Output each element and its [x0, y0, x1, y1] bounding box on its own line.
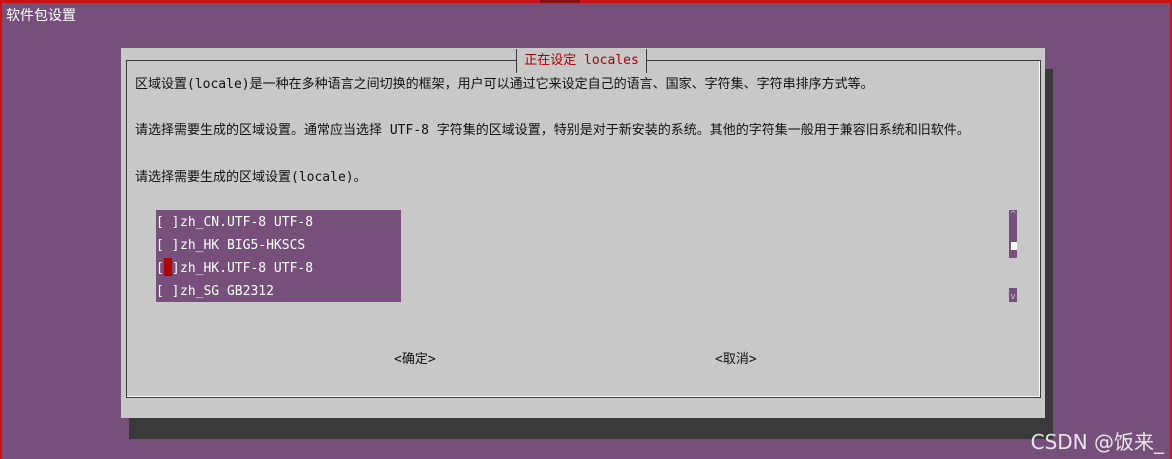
window-title: 软件包设置 [6, 8, 76, 24]
scroll-down-icon[interactable]: v [1009, 292, 1017, 302]
watermark: CSDN @饭来_ [1030, 430, 1164, 454]
checkbox[interactable]: [ ] [156, 280, 180, 303]
list-item-label: zh_CN.UTF-8 UTF-8 [180, 215, 314, 230]
locale-list[interactable]: [ ]zh_CN.UTF-8 UTF-8 [ ]zh_HK BIG5-HKSCS… [156, 210, 401, 302]
list-item-label: zh_HK BIG5-HKSCS [180, 238, 306, 253]
checkbox[interactable]: [ ] [156, 211, 180, 234]
locale-prompt: 请选择需要生成的区域设置(locale)。 [135, 170, 367, 185]
scroll-marker [1011, 242, 1017, 250]
description-text: 区域设置(locale)是一种在多种语言之间切换的框架，用户可以通过它来设定自己… [135, 77, 874, 92]
checkbox-focused[interactable]: [] [156, 257, 180, 280]
left-border [0, 0, 2, 459]
list-item-label: zh_SG GB2312 [180, 284, 274, 299]
dialog-title: 正在设定 locales [516, 49, 647, 73]
cancel-button[interactable]: <取消> [715, 351, 757, 369]
list-item[interactable]: [ ]zh_CN.UTF-8 UTF-8 [156, 211, 401, 234]
list-item[interactable]: [ ]zh_HK BIG5-HKSCS [156, 234, 401, 257]
list-scrollbar[interactable]: ^ v [1009, 210, 1017, 302]
ok-button[interactable]: <确定> [394, 351, 436, 369]
top-border [0, 0, 1172, 3]
top-indicator [540, 0, 580, 3]
scroll-thumb[interactable] [1009, 258, 1017, 288]
list-item-focused[interactable]: []zh_HK.UTF-8 UTF-8 [156, 257, 401, 280]
list-item[interactable]: [ ]zh_SG GB2312 [156, 280, 401, 303]
checkbox[interactable]: [ ] [156, 234, 180, 257]
description-text-utf8: 请选择需要生成的区域设置。通常应当选择 UTF-8 字符集的区域设置，特别是对于… [135, 123, 970, 138]
list-item-label: zh_HK.UTF-8 UTF-8 [180, 261, 314, 276]
scroll-up-icon[interactable]: ^ [1009, 210, 1017, 220]
text-cursor [163, 258, 172, 276]
